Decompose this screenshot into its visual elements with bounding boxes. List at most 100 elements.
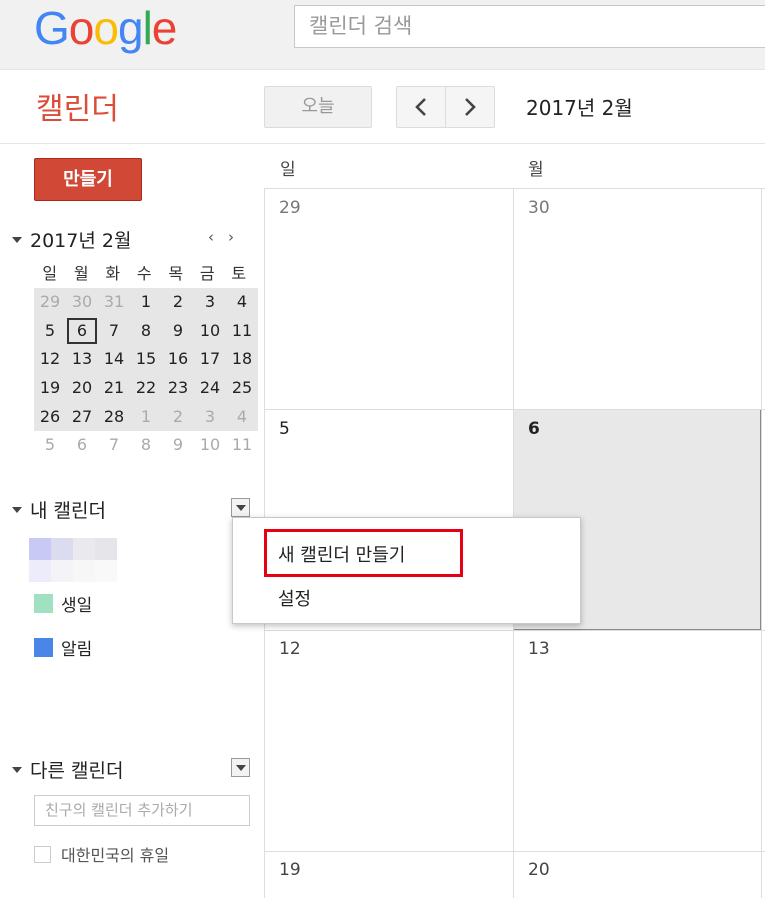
mini-day[interactable]: 7	[98, 316, 130, 346]
mini-prev-icon[interactable]: ‹	[208, 228, 228, 246]
calendar-color-swatch[interactable]	[34, 594, 53, 613]
mini-day[interactable]: 7	[98, 431, 130, 460]
day-number[interactable]: 29	[279, 198, 301, 218]
mini-day[interactable]: 10	[194, 431, 226, 460]
mini-day[interactable]: 5	[34, 316, 66, 346]
mini-day[interactable]: 19	[34, 374, 66, 403]
blurred-pixel	[73, 560, 95, 582]
mini-day[interactable]: 26	[34, 402, 66, 432]
mini-calendar-grid: 29 30 31 1 2 3 4 5 6 7 8 9 10 11 12 13 14 15 16 17 18 19 20 21 2…	[34, 288, 258, 460]
today-button[interactable]: 오늘	[264, 86, 372, 128]
day-number[interactable]: 13	[528, 639, 550, 659]
other-calendars-header[interactable]: 다른 캘린더	[12, 756, 262, 784]
blurred-pixel	[51, 538, 73, 560]
mini-day[interactable]: 4	[226, 402, 258, 432]
mini-weekday: 목	[168, 264, 184, 283]
blurred-pixel	[95, 538, 117, 560]
mini-day[interactable]: 10	[194, 316, 226, 346]
create-button[interactable]: 만들기	[34, 158, 142, 201]
mini-day[interactable]: 21	[98, 374, 130, 403]
chevron-left-icon	[415, 98, 426, 116]
mini-day[interactable]: 18	[226, 345, 258, 375]
grid-line	[264, 851, 765, 852]
calendar-item-reminders[interactable]: 알림	[34, 635, 92, 660]
mini-day[interactable]: 3	[194, 402, 226, 432]
mini-day[interactable]: 9	[162, 431, 194, 460]
mini-day[interactable]: 5	[34, 431, 66, 460]
mini-day[interactable]: 8	[130, 316, 162, 346]
collapse-triangle-icon[interactable]	[12, 506, 22, 513]
mini-day[interactable]: 1	[130, 288, 162, 317]
mini-day[interactable]: 30	[66, 288, 98, 317]
blurred-pixel	[29, 560, 51, 582]
mini-day[interactable]: 11	[226, 316, 258, 346]
day-number[interactable]: 12	[279, 639, 301, 659]
grid-line	[264, 630, 765, 631]
day-number[interactable]: 30	[528, 198, 550, 218]
mini-day[interactable]: 31	[98, 288, 130, 317]
grid-line	[761, 188, 762, 898]
mini-day[interactable]: 15	[130, 345, 162, 375]
my-calendars-dropdown-button[interactable]	[231, 498, 250, 517]
mini-day[interactable]: 1	[130, 402, 162, 432]
day-number[interactable]: 19	[279, 860, 301, 880]
collapse-triangle-icon[interactable]	[12, 766, 22, 773]
mini-day[interactable]: 25	[226, 374, 258, 403]
grid-line	[264, 409, 765, 410]
mini-day[interactable]: 2	[162, 288, 194, 317]
dropdown-arrow-icon	[235, 504, 246, 511]
mini-day[interactable]: 4	[226, 288, 258, 317]
calendar-item-birthday[interactable]: 생일	[34, 591, 92, 616]
mini-day[interactable]: 6	[66, 316, 98, 346]
blurred-pixel	[73, 538, 95, 560]
mini-day[interactable]: 8	[130, 431, 162, 460]
mini-day[interactable]: 16	[162, 345, 194, 375]
mini-day[interactable]: 14	[98, 345, 130, 375]
my-calendars-header[interactable]: 내 캘린더	[12, 496, 262, 524]
day-number[interactable]: 5	[279, 419, 290, 439]
current-period-title: 2017년 2월	[526, 96, 633, 120]
search-input[interactable]: 캘린더 검색	[294, 5, 765, 48]
logo-letter: e	[151, 2, 178, 54]
day-number-today[interactable]: 6	[528, 419, 540, 439]
mini-day[interactable]: 29	[34, 288, 66, 317]
mini-day[interactable]: 6	[66, 431, 98, 460]
add-friend-calendar-input[interactable]: 친구의 캘린더 추가하기	[34, 795, 250, 826]
menu-item-settings[interactable]: 설정	[278, 585, 311, 611]
blurred-pixel	[95, 560, 117, 582]
mini-weekday: 토	[231, 264, 247, 283]
other-calendars-title: 다른 캘린더	[30, 760, 124, 782]
logo-letter: o	[93, 2, 119, 54]
mini-day[interactable]: 11	[226, 431, 258, 460]
other-calendars-dropdown-button[interactable]	[231, 758, 250, 777]
mini-calendar-arrows: ‹›	[208, 228, 248, 246]
mini-weekday: 수	[136, 264, 152, 283]
weekday-header-monday: 월	[528, 160, 544, 180]
mini-day[interactable]: 12	[34, 345, 66, 375]
mini-next-icon[interactable]: ›	[228, 228, 248, 246]
google-logo[interactable]: Google	[34, 2, 178, 54]
mini-day[interactable]: 3	[194, 288, 226, 317]
period-navigation	[396, 86, 495, 128]
next-button[interactable]	[445, 87, 494, 127]
mini-day[interactable]: 2	[162, 402, 194, 432]
collapse-triangle-icon[interactable]	[12, 236, 22, 243]
mini-day[interactable]: 27	[66, 402, 98, 432]
mini-day[interactable]: 17	[194, 345, 226, 375]
calendar-color-swatch[interactable]	[34, 638, 53, 657]
day-number[interactable]: 20	[528, 860, 550, 880]
mini-day[interactable]: 24	[194, 374, 226, 403]
prev-button[interactable]	[397, 87, 445, 127]
holiday-checkbox[interactable]	[34, 845, 51, 863]
mini-weekday: 금	[199, 264, 215, 283]
mini-day[interactable]: 9	[162, 316, 194, 346]
mini-day[interactable]: 23	[162, 374, 194, 403]
mini-day[interactable]: 13	[66, 345, 98, 375]
weekday-header-sunday: 일	[280, 160, 296, 180]
calendar-item-korean-holidays[interactable]: 대한민국의 휴일	[34, 842, 169, 866]
chevron-right-icon	[465, 98, 476, 116]
mini-day[interactable]: 20	[66, 374, 98, 403]
mini-day[interactable]: 28	[98, 402, 130, 432]
mini-day[interactable]: 22	[130, 374, 162, 403]
grid-line	[264, 188, 765, 189]
